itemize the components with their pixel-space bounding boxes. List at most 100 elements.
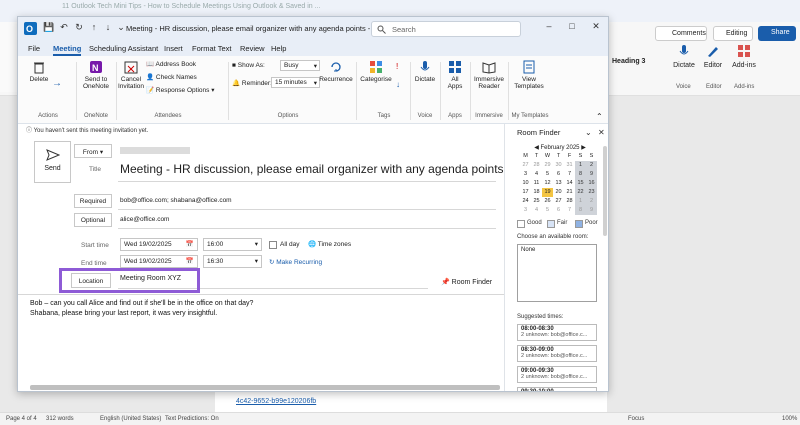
tab-review[interactable]: Review — [240, 44, 265, 53]
calendar-day[interactable]: 27 — [553, 197, 564, 206]
show-as-select[interactable]: Busy ▾ — [280, 60, 320, 71]
prev-month-icon[interactable]: ◀ — [534, 145, 539, 151]
tab-scheduling-assistant[interactable]: Scheduling Assistant — [89, 44, 158, 53]
optional-button[interactable]: Optional — [74, 213, 112, 227]
from-button[interactable]: From ▾ — [74, 144, 112, 158]
tab-insert[interactable]: Insert — [164, 44, 183, 53]
immersive-reader-button[interactable]: Immersive Reader — [472, 60, 506, 90]
optional-attendees-input[interactable]: alice@office.com — [120, 216, 169, 223]
calendar-day[interactable]: 8 — [575, 170, 586, 179]
make-recurring-link[interactable]: ↻ Make Recurring — [269, 258, 322, 266]
status-text-predictions[interactable]: Text Predictions: On — [165, 416, 219, 422]
word-addins-button[interactable]: Add-ins — [727, 44, 761, 69]
room-list[interactable]: None — [517, 244, 597, 302]
cancel-invitation-button[interactable]: Cancel Invitation — [116, 60, 146, 90]
reminder-select[interactable]: 15 minutes ▾ — [271, 77, 320, 88]
message-line-2[interactable]: Shabana, please bring your last report, … — [30, 310, 217, 317]
editing-mode-button[interactable]: Editing — [713, 26, 753, 41]
calendar-day[interactable]: 7 — [564, 170, 575, 179]
collapse-ribbon-icon[interactable]: ⌃ — [596, 112, 603, 121]
status-focus[interactable]: Focus — [628, 416, 644, 422]
status-page[interactable]: Page 4 of 4 — [6, 416, 37, 422]
forward-icon[interactable]: → — [50, 78, 64, 89]
meeting-title-input[interactable]: Meeting - HR discussion, please email or… — [120, 162, 504, 176]
calendar-day[interactable]: 5 — [542, 206, 553, 215]
tab-help[interactable]: Help — [271, 44, 286, 53]
calendar-day[interactable]: 25 — [531, 197, 542, 206]
calendar-day[interactable]: 11 — [531, 179, 542, 188]
tab-format-text[interactable]: Format Text — [192, 44, 231, 53]
calendar-day[interactable]: 20 — [553, 188, 564, 197]
status-language[interactable]: English (United States) — [100, 416, 161, 422]
calendar-day[interactable]: 14 — [564, 179, 575, 188]
send-button[interactable]: Send — [34, 141, 71, 183]
calendar-day[interactable]: 1 — [575, 161, 586, 170]
all-day-checkbox[interactable] — [269, 241, 277, 249]
minimize-icon[interactable]: – — [542, 21, 556, 35]
down-arrow-icon[interactable]: ↓ — [102, 22, 114, 34]
suggested-time-slot[interactable]: 08:30-09:00 2 unknown: bob@office.c... — [517, 345, 597, 362]
message-line-1[interactable]: Bob – can you call Alice and find out if… — [30, 300, 253, 307]
suggested-time-slot[interactable]: 08:00-08:30 2 unknown: bob@office.c... — [517, 324, 597, 341]
chevron-down-icon[interactable]: ⌄ — [585, 128, 592, 137]
calendar-day[interactable]: 30 — [553, 161, 564, 170]
send-to-onenote-button[interactable]: N Send to OneNote — [78, 60, 114, 90]
end-date-picker[interactable]: Wed 19/02/2025 📅 — [120, 255, 198, 268]
calendar-day[interactable]: 17 — [520, 188, 531, 197]
address-book-button[interactable]: 📖 Address Book — [146, 60, 196, 68]
close-pane-icon[interactable]: ✕ — [598, 128, 605, 137]
mini-calendar[interactable]: M T W T F S S 27 28 29 30 31 1 2 3 4 5 6 7 8 9 10 11 12 13 14 15 16… — [520, 152, 600, 215]
horizontal-scrollbar[interactable] — [30, 385, 500, 390]
undo-icon[interactable]: ↶ — [58, 22, 70, 34]
word-editor-button[interactable]: Editor — [696, 44, 730, 69]
calendar-day[interactable]: 2 — [586, 197, 597, 206]
calendar-day[interactable]: 7 — [564, 206, 575, 215]
calendar-day[interactable]: 26 — [542, 197, 553, 206]
view-templates-button[interactable]: View Templates — [512, 60, 546, 90]
calendar-day[interactable]: 4 — [531, 170, 542, 179]
calendar-day[interactable]: 13 — [553, 179, 564, 188]
calendar-day[interactable]: 28 — [531, 161, 542, 170]
calendar-day[interactable]: 5 — [542, 170, 553, 179]
recurrence-button[interactable]: Recurrence — [318, 60, 354, 83]
calendar-day[interactable]: 15 — [575, 179, 586, 188]
search-box[interactable]: Search — [371, 21, 521, 37]
suggested-time-slot[interactable]: 09:30-10:002 unknown: bob@office.c... — [517, 387, 597, 391]
room-finder-button[interactable]: 📌 Room Finder — [441, 278, 492, 286]
room-finder-scrollbar[interactable] — [603, 146, 607, 236]
calendar-day[interactable]: 27 — [520, 161, 531, 170]
redo-icon[interactable]: ↻ — [73, 22, 85, 34]
calendar-day[interactable]: 16 — [586, 179, 597, 188]
calendar-day[interactable]: 22 — [575, 188, 586, 197]
low-importance-icon[interactable]: ↓ — [396, 80, 400, 89]
calendar-day[interactable]: 2 — [586, 161, 597, 170]
time-zones-button[interactable]: 🌐 Time zones — [308, 240, 351, 248]
suggested-time-slot[interactable]: 09:00-09:30 2 unknown: bob@office.c... — [517, 366, 597, 383]
status-words[interactable]: 312 words — [46, 416, 74, 422]
save-icon[interactable]: 💾 — [43, 22, 55, 34]
calendar-day[interactable]: 29 — [542, 161, 553, 170]
maximize-icon[interactable]: □ — [565, 21, 579, 35]
calendar-day[interactable]: 9 — [586, 170, 597, 179]
calendar-day[interactable]: 18 — [531, 188, 542, 197]
calendar-day[interactable]: 4 — [531, 206, 542, 215]
all-apps-button[interactable]: All Apps — [442, 60, 468, 90]
calendar-day[interactable]: 21 — [564, 188, 575, 197]
share-button[interactable]: Share — [758, 26, 796, 41]
start-date-picker[interactable]: Wed 19/02/2025 📅 — [120, 238, 198, 251]
calendar-day[interactable]: 28 — [564, 197, 575, 206]
calendar-day[interactable]: 9 — [586, 206, 597, 215]
next-month-icon[interactable]: ▶ — [581, 145, 586, 151]
response-options-button[interactable]: 📝 Response Options ▾ — [146, 86, 214, 94]
end-time-select[interactable]: 16:30 ▾ — [203, 255, 262, 268]
calendar-day[interactable]: 31 — [564, 161, 575, 170]
calendar-day[interactable]: 6 — [553, 170, 564, 179]
calendar-day[interactable]: 3 — [520, 206, 531, 215]
calendar-day[interactable]: 10 — [520, 179, 531, 188]
up-arrow-icon[interactable]: ↑ — [88, 22, 100, 34]
doc-link[interactable]: 4c42-9652-b99e120206fb — [236, 398, 316, 405]
calendar-day[interactable]: 12 — [542, 179, 553, 188]
calendar-day[interactable]: 6 — [553, 206, 564, 215]
style-heading3[interactable]: Heading 3 — [612, 58, 645, 65]
tab-file[interactable]: File — [28, 44, 40, 53]
